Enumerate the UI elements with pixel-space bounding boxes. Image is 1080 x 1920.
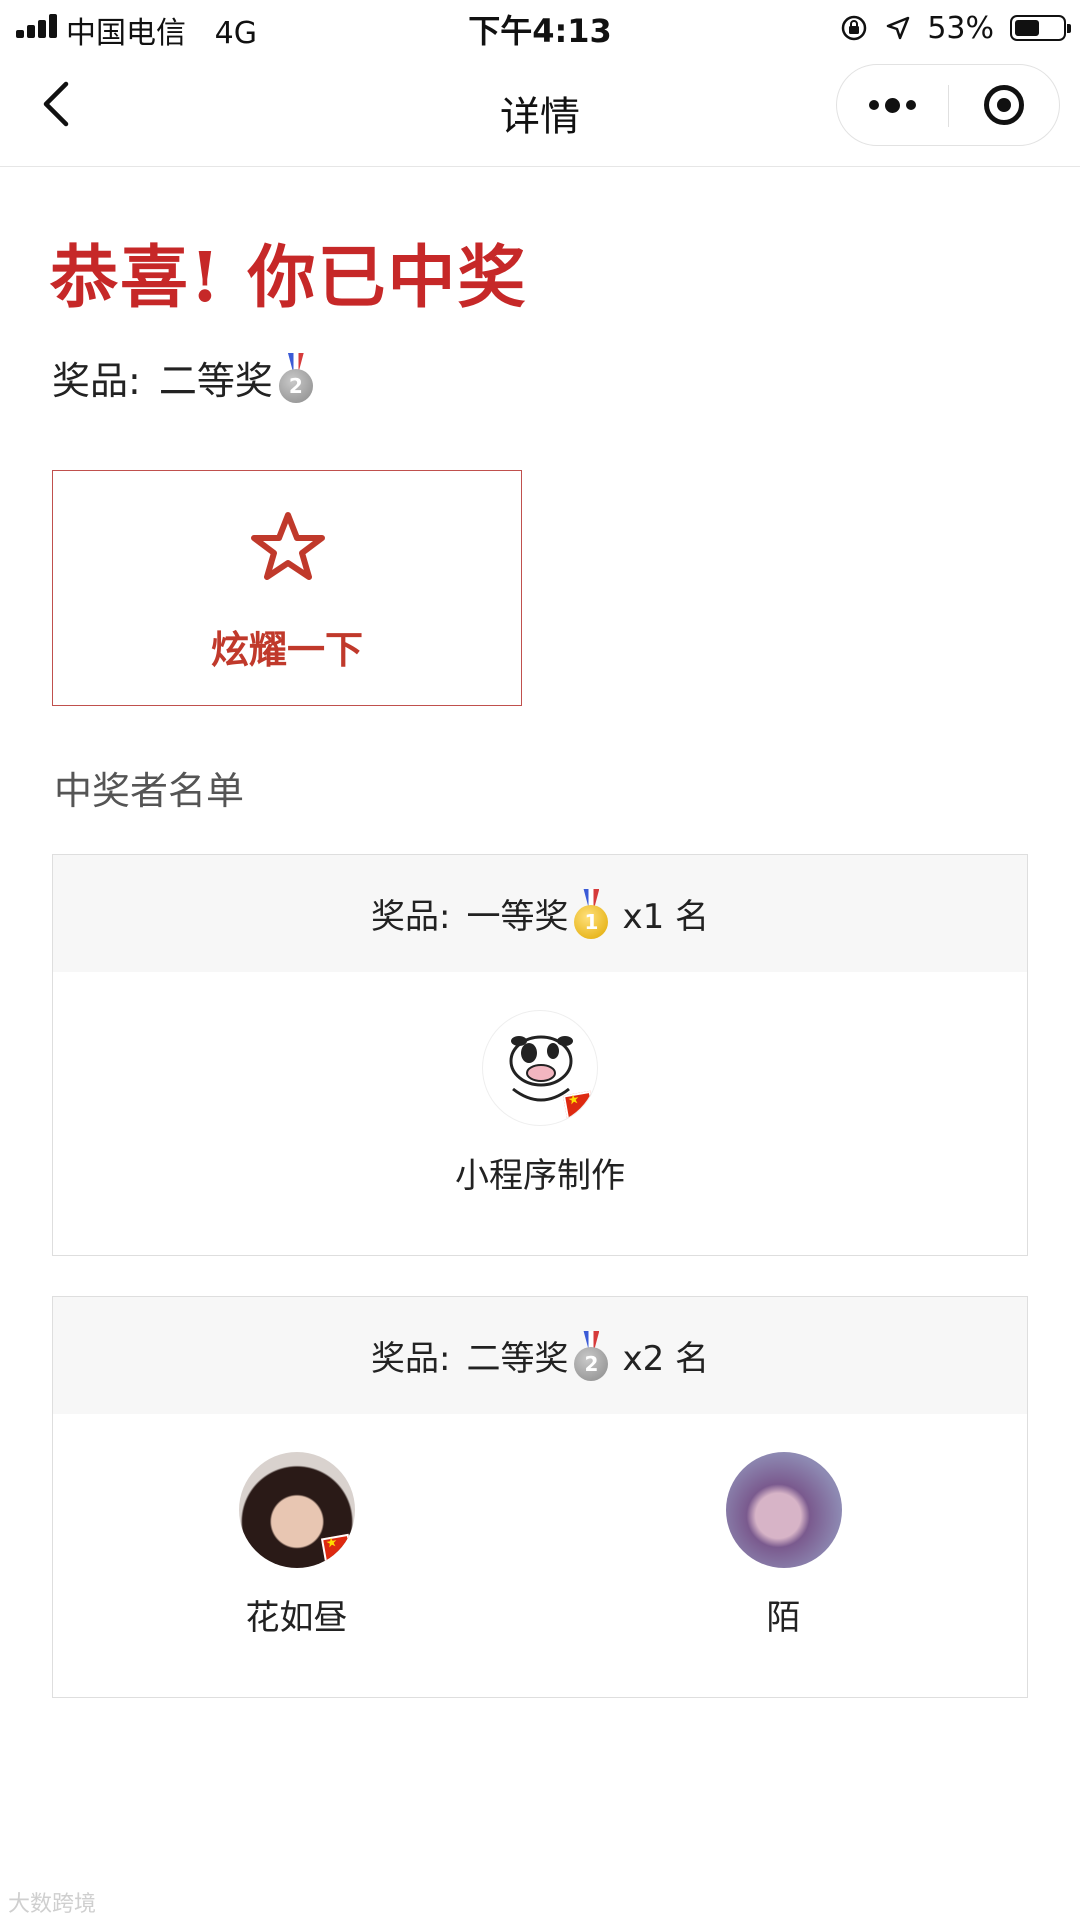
flag-badge-icon (562, 1090, 596, 1122)
medal-number: 2 (278, 368, 313, 403)
avatar (482, 1010, 598, 1126)
prize-group-card: 奖品: 一等奖 1 x1 名 小程序制作 (52, 854, 1028, 1256)
silver-medal-icon: 2 (278, 352, 313, 403)
battery-percent: 53% (927, 10, 994, 46)
winners-list-title: 中奖者名单 (54, 769, 245, 813)
battery-icon (1010, 15, 1071, 41)
mini-program-capsule (836, 64, 1060, 146)
winner-name: 陌 (766, 1598, 801, 1638)
my-prize: 奖品: 二等奖 2 (52, 350, 313, 405)
gold-medal-icon: 1 (574, 888, 609, 939)
winner-item[interactable]: 花如昼 (147, 1452, 447, 1639)
more-dots-icon (869, 100, 879, 110)
medal-number: 2 (574, 1346, 609, 1381)
prize-name: 一等奖 (466, 897, 569, 937)
prize-group-header: 奖品: 二等奖 2 x2 名 (53, 1297, 1027, 1414)
winner-list: 小程序制作 (53, 972, 1027, 1255)
flag-badge-icon (320, 1533, 353, 1565)
winner-item[interactable]: 陌 (634, 1452, 934, 1639)
watermark: 大数跨境 (8, 1892, 97, 1917)
show-off-button[interactable]: 炫耀一下 (52, 470, 522, 706)
congrats-headline: 恭喜! 你已中奖 (50, 238, 528, 318)
winner-list: 花如昼 陌 (53, 1414, 1027, 1697)
prize-label: 奖品: (370, 1339, 451, 1379)
target-close-icon (983, 85, 1024, 125)
status-bar: 中国电信 4G 下午4:13 53% (0, 0, 1080, 54)
silver-medal-icon: 2 (574, 1330, 609, 1381)
prize-name: 二等奖 (466, 1339, 569, 1379)
prize-label: 奖品: (52, 359, 141, 403)
winner-item[interactable]: 小程序制作 (390, 1010, 690, 1197)
more-button[interactable] (837, 65, 948, 145)
avatar (725, 1452, 842, 1568)
close-button[interactable] (948, 65, 1059, 145)
winner-name: 花如昼 (245, 1598, 348, 1638)
prize-group-card: 奖品: 二等奖 2 x2 名 花如昼 陌 (52, 1296, 1028, 1698)
location-arrow-icon (887, 16, 910, 40)
more-dots-icon-center (885, 97, 900, 113)
prize-label: 奖品: (370, 897, 451, 937)
winner-name: 小程序制作 (455, 1156, 625, 1196)
more-dots-icon-right (906, 100, 916, 110)
medal-number: 1 (574, 904, 609, 939)
prize-name: 二等奖 (158, 359, 273, 403)
navigation-bar: 详情 (0, 54, 1080, 167)
show-off-label: 炫耀一下 (210, 628, 363, 672)
avatar (238, 1452, 355, 1568)
star-icon (251, 512, 325, 580)
prize-group-header: 奖品: 一等奖 1 x1 名 (53, 855, 1027, 972)
orientation-lock-icon (842, 15, 867, 41)
